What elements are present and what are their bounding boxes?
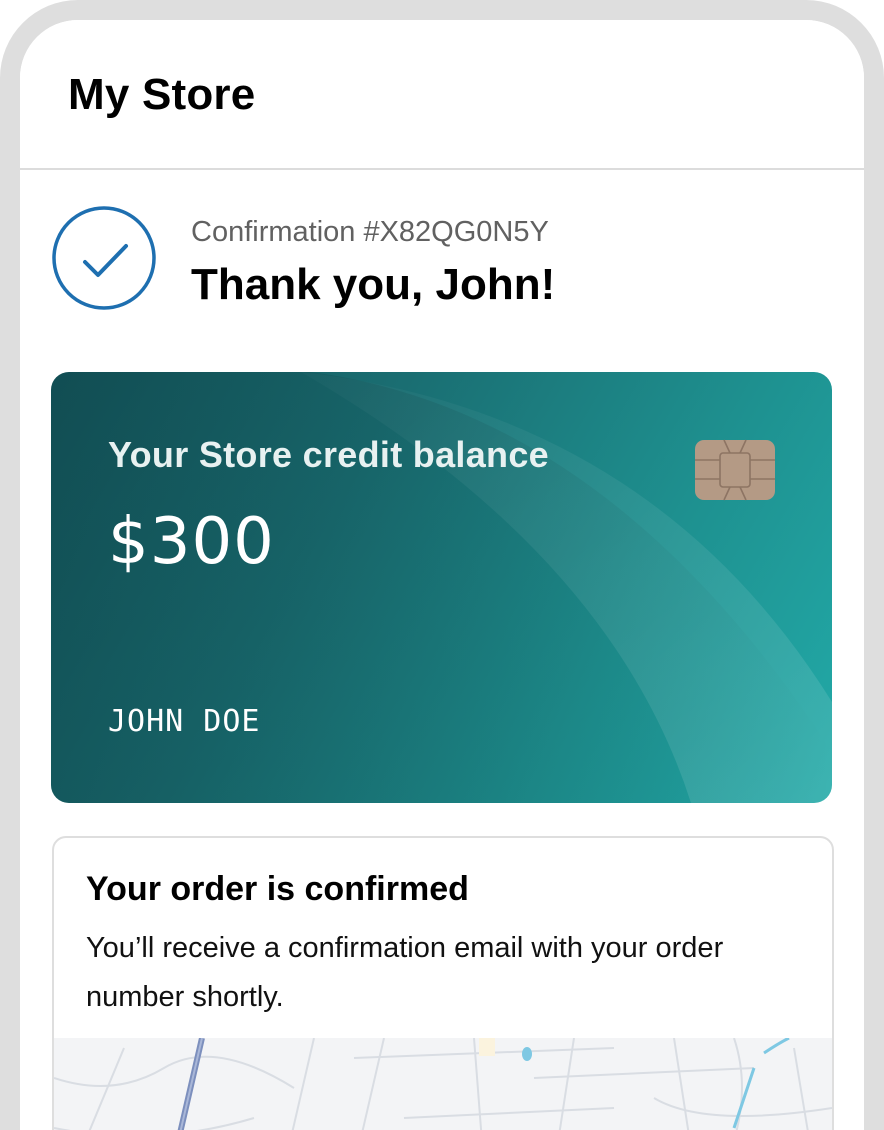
card-holder-name: JOHN DOE (108, 704, 261, 739)
store-credit-card: Your Store credit balance $300 JOHN DOE (51, 372, 832, 803)
order-confirmed-card: Your order is confirmed You’ll receive a… (52, 836, 834, 1130)
device-frame: My Store Confirmation #X82QG0N5Y Thank y… (0, 0, 884, 1130)
order-confirmed-description: You’ll receive a confirmation email with… (86, 932, 724, 1013)
confirmation-number: Confirmation #X82QG0N5Y (191, 216, 549, 248)
app-screen: My Store Confirmation #X82QG0N5Y Thank y… (20, 20, 864, 1130)
checkmark-circle-icon (52, 206, 156, 310)
order-confirmed-title: Your order is confirmed (86, 870, 469, 908)
thank-you-heading: Thank you, John! (191, 260, 556, 309)
delivery-map[interactable] (54, 1038, 832, 1130)
app-title: My Store (68, 70, 256, 119)
app-header: My Store (20, 20, 864, 170)
credit-balance-label: Your Store credit balance (108, 434, 549, 475)
card-chip-icon (695, 439, 775, 501)
credit-balance-amount: $300 (108, 505, 275, 579)
